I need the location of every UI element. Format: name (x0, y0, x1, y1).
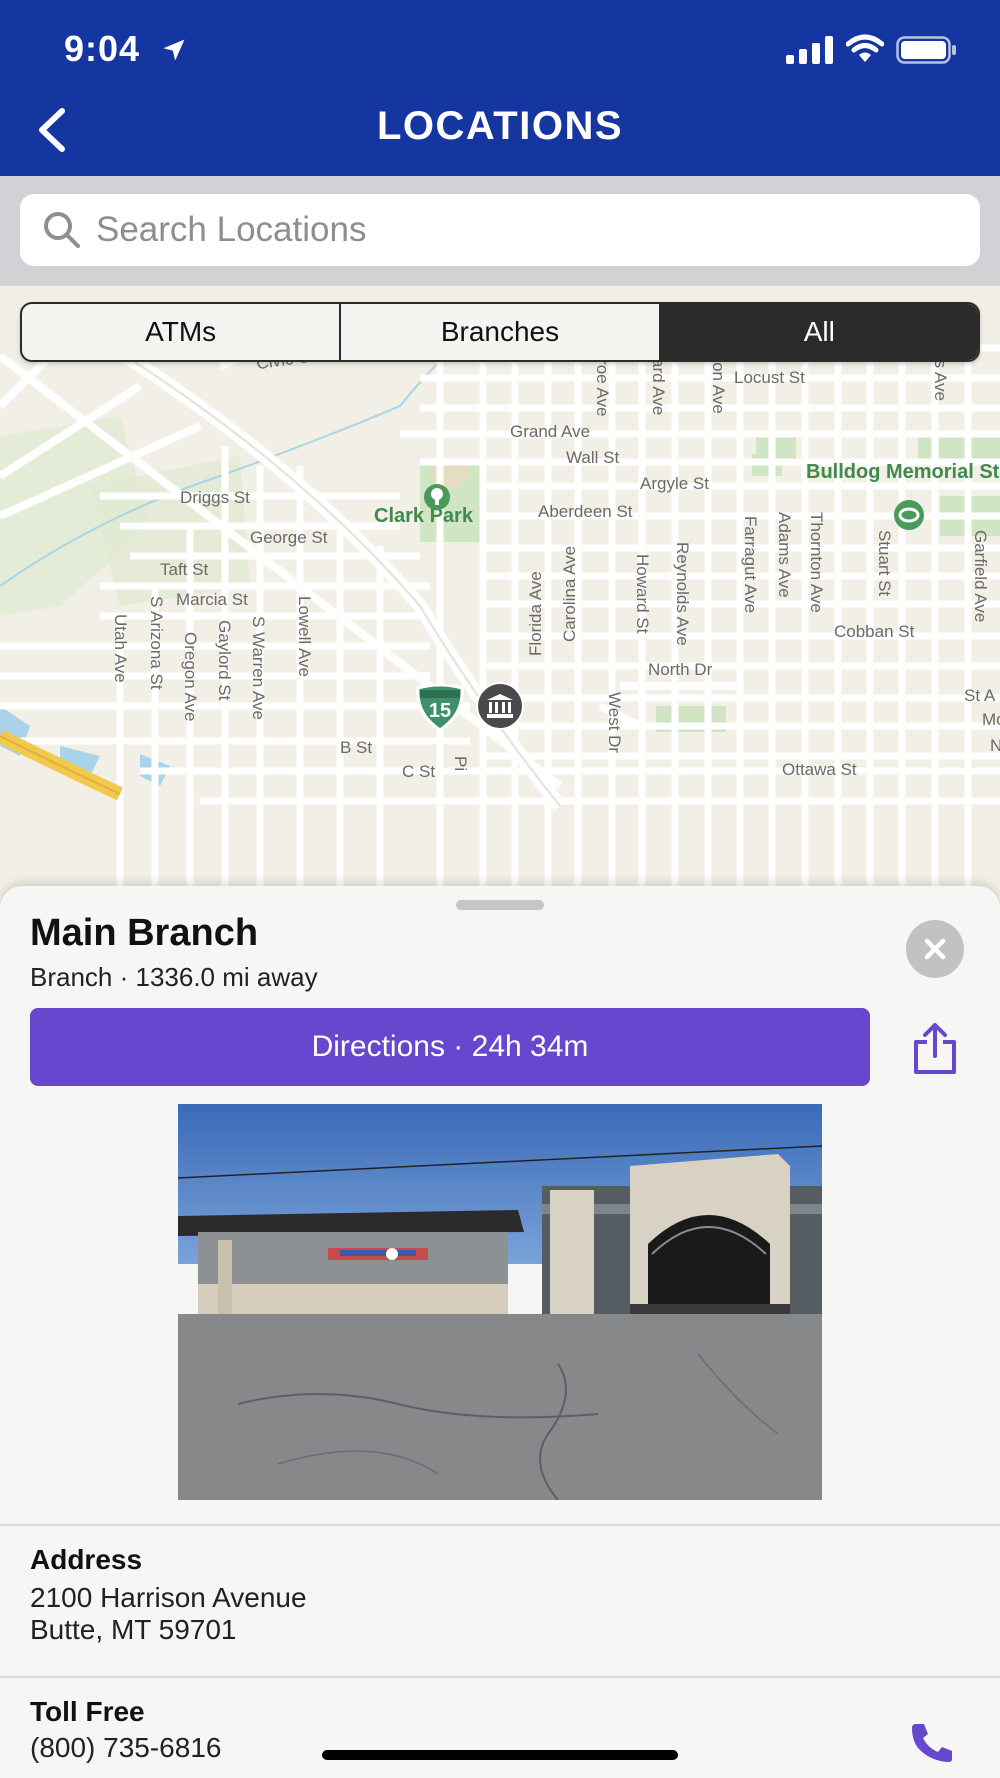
search-icon (44, 212, 80, 248)
phone-icon[interactable] (908, 1720, 958, 1764)
location-detail-sheet: Main Branch Branch · 1336.0 mi away Dire… (0, 886, 1000, 1778)
street-label: Pi (451, 756, 470, 772)
wifi-icon (846, 34, 884, 62)
battery-icon (896, 36, 956, 64)
branch-photo (178, 1104, 822, 1500)
street-label: Reynolds Ave (673, 542, 692, 646)
address-line-1[interactable]: 2100 Harrison Avenue (30, 1582, 307, 1614)
street-label: Ottawa St (782, 760, 857, 779)
street-label: Garfield Ave (971, 530, 990, 623)
street-label: Taft St (160, 560, 209, 579)
directions-button[interactable]: Directions · 24h 34m (30, 1008, 870, 1086)
street-label: Grand Ave (510, 422, 591, 441)
bank-icon (487, 694, 513, 718)
tollfree-label: Toll Free (30, 1696, 145, 1727)
street-label: Lowell Ave (295, 596, 314, 677)
home-indicator (322, 1750, 678, 1760)
place-label-stadium: Bulldog Memorial Stadium (806, 462, 1000, 482)
app-header: 9:04 LOCATIONS (0, 0, 1000, 176)
street-label: Cobban St (834, 622, 915, 641)
street-label: Farragut Ave (741, 516, 760, 614)
branch-marker[interactable] (476, 682, 524, 730)
share-icon[interactable] (910, 1022, 960, 1076)
location-subtitle: Branch · 1336.0 mi away (30, 962, 318, 992)
street-label: West Dr (605, 692, 624, 754)
street-label: Gaylord St (215, 620, 234, 701)
segment-atms[interactable]: ATMs (22, 304, 342, 360)
location-name: Main Branch (30, 912, 259, 954)
search-bar (0, 176, 1000, 286)
address-line-2[interactable]: Butte, MT 59701 (30, 1614, 237, 1646)
street-label: S Arizona St (147, 596, 166, 690)
street-label: Carolina Ave (560, 545, 579, 642)
close-icon (924, 938, 946, 960)
segment-branches[interactable]: Branches (341, 304, 661, 360)
street-label: Utah Ave (111, 614, 130, 683)
stadium-name: Bulldog Memorial Stadium (806, 461, 1000, 483)
street-label: Stuart St (875, 530, 894, 597)
address-label: Address (30, 1544, 143, 1575)
street-label: North Dr (648, 660, 713, 679)
street-label: Oregon Ave (181, 632, 200, 722)
stadium-icon (894, 500, 924, 530)
status-time: 9:04 (64, 28, 141, 69)
street-label: B St (340, 738, 373, 757)
street-label: Adams Ave (775, 512, 794, 598)
street-label: Locust St (734, 368, 805, 387)
street-label: Argyle St (640, 474, 709, 493)
signal-icon (786, 36, 833, 64)
park-icon (424, 484, 450, 510)
street-label: N (990, 736, 1000, 755)
segment-all[interactable]: All (660, 304, 978, 360)
street-label: Thornton Ave (807, 512, 826, 613)
street-label: Marcia St (176, 590, 248, 609)
street-label: Mo (982, 710, 1000, 729)
search-field[interactable] (20, 194, 980, 266)
street-label: S Warren Ave (249, 616, 268, 720)
divider (0, 1676, 1000, 1678)
search-input[interactable] (96, 210, 956, 250)
street-label: Aberdeen St (538, 502, 633, 521)
street-label: Howard St (633, 554, 652, 634)
close-button[interactable] (906, 920, 964, 978)
street-label: C St (402, 762, 436, 781)
street-label: Florida Ave (526, 571, 545, 656)
divider (0, 1524, 1000, 1526)
map-view[interactable]: Civic Center Rd Grand Ave Wall St Locust… (0, 286, 1000, 906)
page-title: LOCATIONS (376, 104, 624, 148)
location-arrow-icon (163, 39, 185, 61)
tollfree-number[interactable]: (800) 735-6816 (30, 1732, 221, 1764)
street-label: George St (250, 528, 328, 547)
location-type-filter: ATMs Branches All (20, 302, 980, 362)
street-label: Driggs St (180, 488, 250, 507)
interstate-number: 15 (428, 700, 452, 722)
street-label: St A (964, 686, 996, 705)
street-label: Wall St (566, 448, 620, 467)
sheet-grabber[interactable] (456, 900, 544, 910)
